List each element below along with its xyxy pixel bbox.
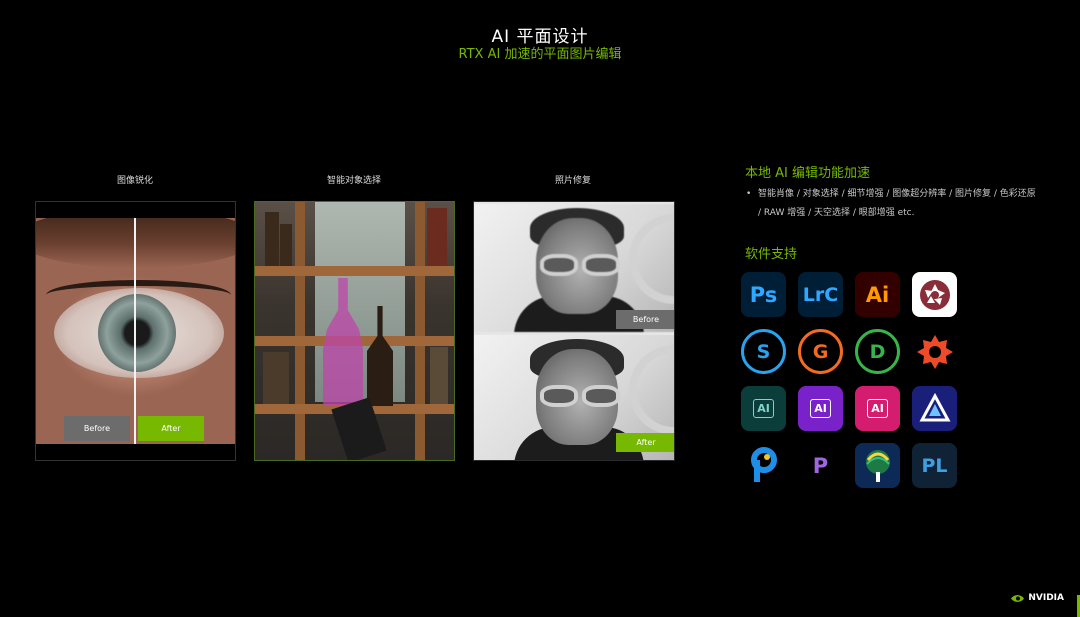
bottle <box>265 212 279 266</box>
dxo-photolab-icon-label: PL <box>921 454 948 477</box>
shelf-post <box>415 202 425 460</box>
page-subtitle: RTX AI 加速的平面图片编辑 <box>458 47 622 62</box>
bottle <box>280 224 292 266</box>
illustrator-icon-label: Ai <box>865 282 890 307</box>
wheel <box>629 214 674 304</box>
jar <box>263 352 289 404</box>
topaz-sharpen-icon-label: S <box>756 340 771 363</box>
software-heading: 软件支持 <box>745 247 798 262</box>
after-button[interactable]: After <box>138 416 204 441</box>
object-selection-image <box>254 201 455 461</box>
dxo-photolab-icon[interactable]: PL <box>912 443 957 488</box>
goggle <box>540 254 578 276</box>
goggle <box>582 254 620 276</box>
before-button[interactable]: Before <box>64 416 130 441</box>
aperture-icon[interactable] <box>912 272 957 317</box>
ai-image-enhancer-icon[interactable]: AI <box>741 386 786 431</box>
corel-painter-icon[interactable]: P <box>798 443 843 488</box>
nvidia-logo: NVIDIA <box>1011 593 1064 603</box>
topaz-denoise-icon-label: D <box>869 340 886 363</box>
lightroom-classic-icon-label: LrC <box>802 283 839 306</box>
select-label: 智能对象选择 <box>326 176 381 186</box>
ai-image-enhancer-icon-label: AI <box>753 399 774 418</box>
wheel <box>629 345 674 435</box>
corel-paintshop-icon-glyph <box>750 446 777 482</box>
photoshop-icon-label: Ps <box>749 282 778 307</box>
features-heading: 本地 AI 编辑功能加速 <box>745 166 870 181</box>
corel-painter-icon-label: P <box>812 453 829 478</box>
topaz-denoise-icon[interactable]: D <box>855 329 900 374</box>
after-button[interactable]: After <box>616 433 674 452</box>
topaz-photo-ai-icon[interactable] <box>912 329 957 374</box>
coreldraw-icon-glyph <box>865 449 890 482</box>
topaz-gigapixel-icon[interactable]: G <box>798 329 843 374</box>
eye-photo <box>36 218 235 444</box>
software-icon-grid: Ps LrC Ai S G D AI AI AI P PL <box>741 272 957 488</box>
sharpen-comparison-image: Before After <box>35 201 236 461</box>
restore-label: 照片修复 <box>554 176 591 186</box>
goggle <box>582 385 620 407</box>
luminar-icon[interactable] <box>912 386 957 431</box>
luminar-icon-glyph <box>918 392 951 421</box>
topaz-photo-ai-icon-glyph <box>916 334 953 369</box>
eyebrow <box>36 218 235 268</box>
topaz-gigapixel-icon-label: G <box>812 340 829 363</box>
goggle <box>540 385 578 407</box>
ai-portrait-icon-label: AI <box>867 399 888 418</box>
book <box>427 208 447 266</box>
lightroom-classic-icon[interactable]: LrC <box>798 272 843 317</box>
corel-paintshop-icon[interactable] <box>741 443 786 488</box>
sharpen-label: 图像锐化 <box>116 176 153 186</box>
ai-upscaler-icon-label: AI <box>810 399 831 418</box>
topaz-sharpen-icon[interactable]: S <box>741 329 786 374</box>
ai-portrait-icon[interactable]: AI <box>855 386 900 431</box>
before-button[interactable]: Before <box>616 310 674 329</box>
features-list-item: 智能肖像 / 对象选择 / 细节增强 / 图像超分辨率 / 图片修复 / 色彩还… <box>746 185 1036 223</box>
illustrator-icon[interactable]: Ai <box>855 272 900 317</box>
shelf-board <box>255 266 454 276</box>
eye-iris <box>98 294 176 372</box>
photo-restore-image: Before After <box>473 201 675 461</box>
aperture-icon-glyph <box>919 279 950 310</box>
comparison-slider-handle[interactable] <box>134 218 136 444</box>
jar <box>430 347 448 404</box>
photoshop-icon[interactable]: Ps <box>741 272 786 317</box>
shelf-post <box>295 202 305 460</box>
ai-upscaler-icon[interactable]: AI <box>798 386 843 431</box>
coreldraw-icon[interactable] <box>855 443 900 488</box>
nvidia-wordmark: NVIDIA <box>1028 593 1064 603</box>
nvidia-eye-icon <box>1011 594 1025 602</box>
